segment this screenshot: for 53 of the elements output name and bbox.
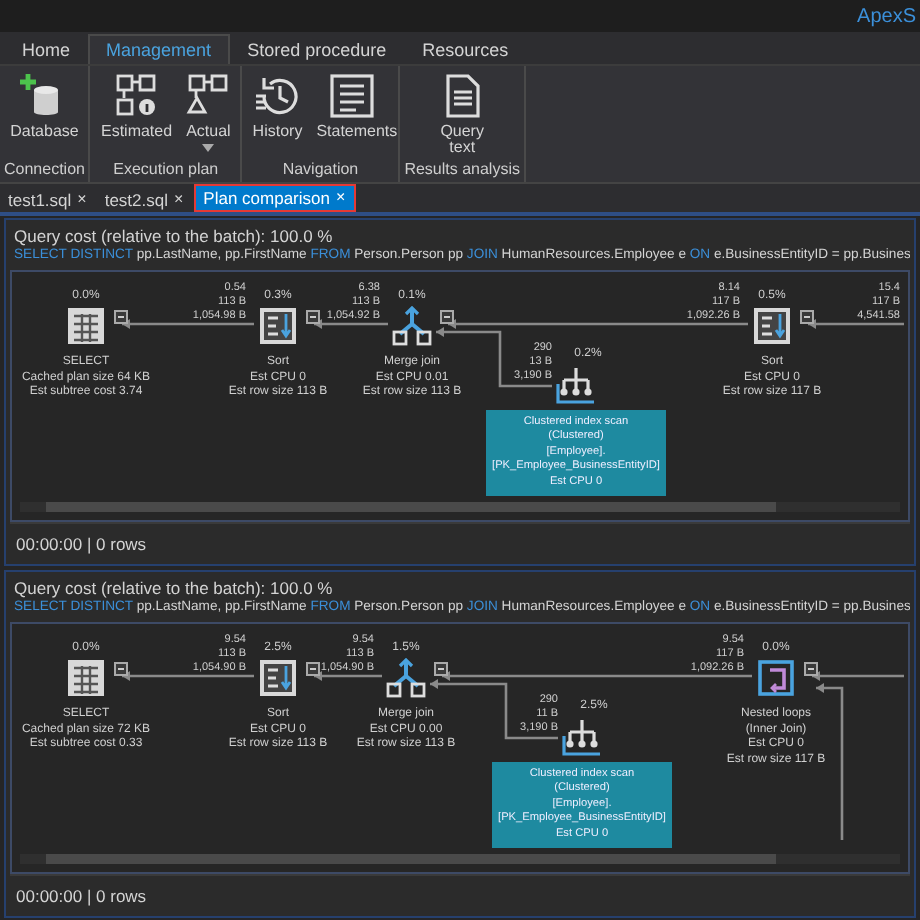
query-text-button[interactable]: Query text	[420, 71, 505, 156]
actual-button[interactable]: Actual	[180, 71, 237, 152]
minus-box-icon	[440, 310, 454, 324]
index-scan-icon	[556, 364, 596, 404]
minus-box-icon	[114, 662, 128, 676]
connector-line	[314, 319, 388, 329]
ribbon-tab[interactable]: Management	[88, 33, 230, 64]
sort-icon	[258, 306, 298, 346]
list-icon	[328, 71, 377, 120]
document-tab[interactable]: Plan comparison ×	[193, 183, 356, 212]
minus-box-icon	[306, 662, 320, 676]
connector-line	[808, 319, 904, 329]
close-button[interactable]: ×	[77, 190, 87, 209]
plan-icon	[114, 71, 159, 120]
connector-line	[122, 671, 254, 681]
ribbon-tab[interactable]: Stored procedure	[229, 33, 405, 64]
table-icon	[66, 658, 106, 698]
connector-line	[314, 671, 382, 681]
sort-icon	[752, 306, 792, 346]
minus-box-icon	[434, 662, 448, 676]
loop-icon	[756, 658, 796, 698]
minus-box-icon	[114, 310, 128, 324]
index-scan-icon	[562, 716, 602, 756]
group-label: Execution plan	[113, 159, 219, 178]
merge-icon	[392, 306, 432, 346]
statements-button[interactable]: Statements	[310, 71, 395, 140]
ribbon-tab[interactable]: Resources	[404, 33, 527, 64]
document-icon	[442, 71, 483, 120]
execution-status-text: 00:00:00 | 0 rows	[14, 534, 147, 554]
estimated-button[interactable]: Estimated	[94, 71, 179, 152]
group-label: Navigation	[282, 159, 359, 178]
history-button[interactable]: History	[246, 71, 309, 140]
ribbon-tab[interactable]: Home	[4, 33, 89, 64]
query-cost-text: Query cost (relative to the batch): 100.0 %	[12, 578, 335, 598]
document-tab[interactable]: test2.sql ×	[96, 183, 194, 212]
minus-box-icon	[800, 310, 814, 324]
table-icon	[66, 306, 106, 346]
merge-icon	[386, 658, 426, 698]
group-label: Connection	[4, 159, 85, 178]
query-cost-text: Query cost (relative to the batch): 100.0 %	[12, 226, 335, 246]
document-tab[interactable]: test1.sql ×	[0, 183, 97, 212]
close-button[interactable]: ×	[173, 190, 184, 209]
close-button[interactable]: ×	[335, 188, 346, 207]
database-button[interactable]: Database	[4, 71, 85, 140]
app-title: ApexS	[857, 5, 918, 28]
connector-line	[122, 319, 254, 329]
minus-box-icon	[804, 662, 818, 676]
group-label: Results analysis	[404, 159, 520, 178]
horizontal-scrollbar[interactable]	[20, 502, 900, 512]
horizontal-scrollbar[interactable]	[20, 854, 900, 864]
minus-box-icon	[306, 310, 320, 324]
execution-status-text: 00:00:00 | 0 rows	[14, 886, 147, 906]
sort-icon	[258, 658, 298, 698]
